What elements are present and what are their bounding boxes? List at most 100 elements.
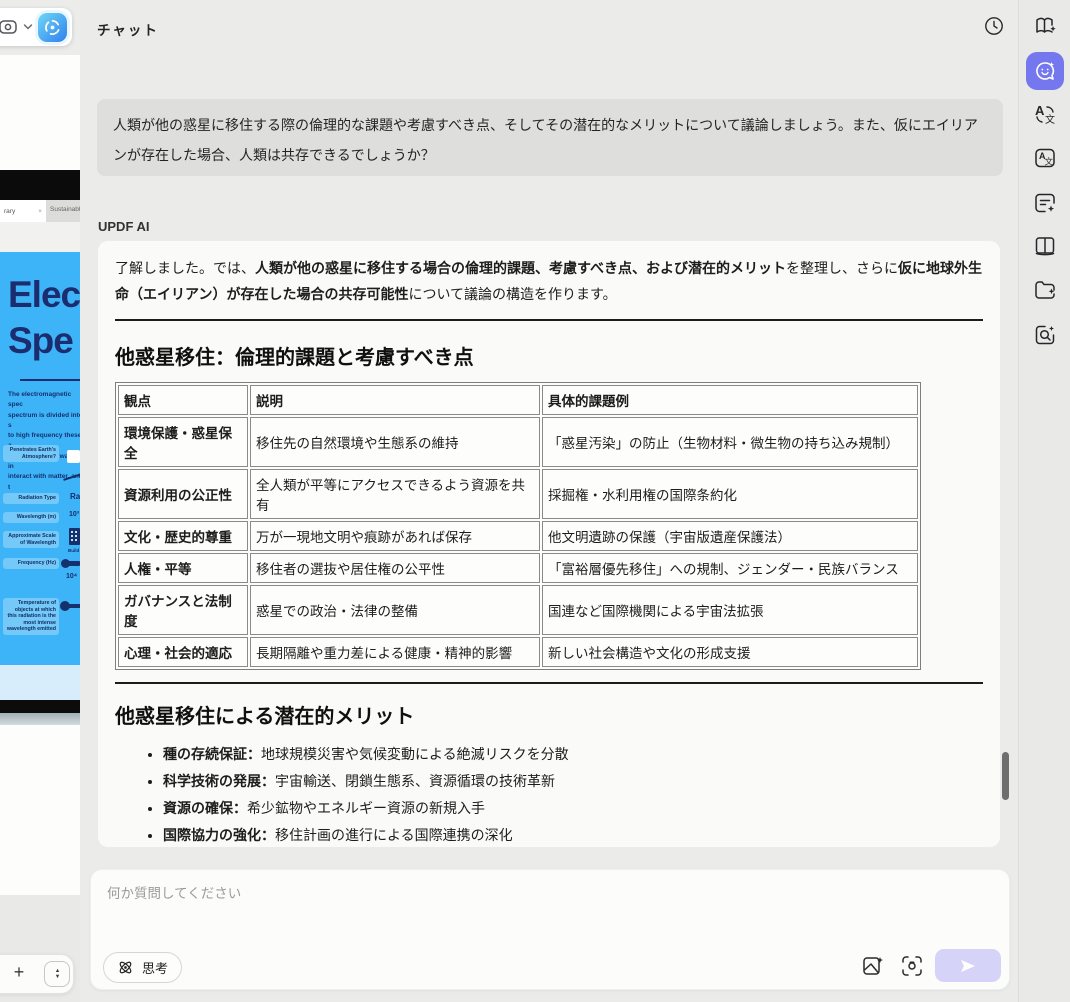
table-row: 資源利用の公正性 全人類が平等にアクセスできるよう資源を共有 採掘権・水利用権の国際… <box>118 469 918 519</box>
merit-item: 科学技術の発展：宇宙輸送、閉鎖生態系、資源循環の技術革新 <box>163 768 983 795</box>
table-cell: 他文明遺跡の保護（宇宙版遺産保護法） <box>542 521 918 551</box>
atom-think-icon <box>119 961 132 974</box>
stepper-down-icon[interactable]: ▼ <box>54 974 60 980</box>
table-row: 心理・社会的適応 長期隔離や重力差による健康・精神的影響 新しい社会構造や文化の形成… <box>118 637 918 667</box>
ai-tools-sidebar: A 文 A 文 <box>1018 0 1070 1002</box>
table-cell: 全人類が平等にアクセスできるよう資源を共有 <box>250 469 540 519</box>
section-heading-merits: 他惑星移住による潜在的メリット <box>115 706 415 728</box>
table-cell: 採掘権・水利用権の国際条約化 <box>542 469 918 519</box>
image-generate-icon[interactable] <box>861 954 885 978</box>
table-row: 文化・歴史的尊重 万が一現地文明や痕跡があれば保存 他文明遺跡の保護（宇宙版遺産保護… <box>118 521 918 551</box>
think-mode-button[interactable]: 思考 <box>103 952 183 983</box>
divider <box>115 682 983 684</box>
ai-search-icon[interactable] <box>1033 323 1057 347</box>
section-heading-ethics: 他惑星移住：倫理的課題と考慮すべき点 <box>115 347 474 369</box>
divider <box>20 379 80 381</box>
svg-text:文: 文 <box>1045 157 1054 167</box>
chat-scrollbar-thumb[interactable] <box>1002 752 1009 800</box>
table-cell: 移住先の自然環境や生態系の維持 <box>250 417 540 467</box>
atmosphere-answer-box <box>67 450 80 463</box>
infographic-label-pill: Frequency (Hz) <box>3 558 59 569</box>
chat-input-card[interactable]: 何か質問してください 思考 <box>90 869 1010 990</box>
pdf-content-photo-bottom <box>0 700 80 713</box>
ai-read-book-icon[interactable] <box>1033 14 1057 38</box>
scale-caption: Build <box>68 548 80 553</box>
merits-list: 種の存続保証：地球規模災害や気候変動による絶滅リスクを分散科学技術の発展：宇宙輸… <box>163 741 983 847</box>
send-button[interactable] <box>935 949 1001 982</box>
user-message-text: 人類が他の惑星に移住する際の倫理的な課題や考慮すべき点、そしてその潜在的なメリッ… <box>113 117 978 163</box>
updf-app-window: rary × Sustainable A ElecSpe The electro… <box>0 0 1070 1002</box>
pdf-document-preview[interactable]: rary × Sustainable A ElecSpe The electro… <box>0 0 80 1002</box>
svg-text:文: 文 <box>1045 113 1055 126</box>
chevron-down-icon[interactable] <box>23 23 33 31</box>
table-cell: 心理・社会的適応 <box>118 637 248 667</box>
user-message-bubble[interactable]: 人類が他の惑星に移住する際の倫理的な課題や考慮すべき点、そしてその潜在的なメリッ… <box>97 99 1003 176</box>
temperature-scale-dot <box>60 601 70 611</box>
ai-note-icon[interactable] <box>1033 191 1057 215</box>
wavelength-value: 10³ <box>69 511 80 518</box>
add-page-button[interactable]: + <box>9 962 29 983</box>
history-clock-icon[interactable] <box>983 15 1005 37</box>
table-row: ガバナンスと法制度 惑星での政治・法律の整備 国連など国際機関による宇宙法拡張 <box>118 585 918 635</box>
ai-intro-paragraph: 了解しました。では、人類が他の惑星に移住する場合の倫理的課題、考慮すべき点、およ… <box>115 255 983 307</box>
table-row: 環境保護・惑星保全 移住先の自然環境や生態系の維持 「惑星汚染」の防止（生物材料・微… <box>118 417 918 467</box>
table-header-row: 観点 説明 具体的課題例 <box>118 385 918 415</box>
tab-close-icon: × <box>38 207 42 215</box>
infographic-label-pill: Penetrates Earth's Atmosphere? <box>3 445 59 462</box>
side-by-side-icon[interactable] <box>1033 234 1057 258</box>
merit-item: 資源の確保：希少鉱物やエネルギー資源の新規入手 <box>163 795 983 822</box>
table-cell: 「富裕層優先移住」への規制、ジェンダー・民族バランス <box>542 553 918 583</box>
table-cell: 長期隔離や重力差による健康・精神的影響 <box>250 637 540 667</box>
table-cell: 国連など国際機関による宇宙法拡張 <box>542 585 918 635</box>
tab-label: rary <box>4 207 16 215</box>
table-cell: 移住者の選抜や居住権の公平性 <box>250 553 540 583</box>
ai-chat-active-tab[interactable] <box>1026 52 1064 90</box>
ai-folder-icon[interactable] <box>1033 278 1057 302</box>
table-cell: 新しい社会構造や文化の形成支援 <box>542 637 918 667</box>
table-cell: ガバナンスと法制度 <box>118 585 248 635</box>
intro-segment: 人類が他の惑星に移住する場合の倫理的課題、考慮すべき点、および潜在的メリット <box>255 260 787 276</box>
table-cell: 環境保護・惑星保全 <box>118 417 248 467</box>
table-cell: 「惑星汚染」の防止（生物材料・微生物の持ち込み規制） <box>542 417 918 467</box>
stepper-up-icon[interactable]: ▲ <box>54 968 60 974</box>
ai-chat-icon <box>1036 62 1055 80</box>
table-cell: 資源利用の公正性 <box>118 469 248 519</box>
screenshot-icon[interactable] <box>0 17 18 37</box>
pdf-content-photo-top <box>0 170 80 200</box>
ethics-table: 観点 説明 具体的課題例 環境保護・惑星保全 移住先の自然環境や生態系の維持 「惑星汚染… <box>115 382 921 670</box>
radiation-type-value: Ra <box>70 492 80 501</box>
em-spectrum-infographic: Elec Spe The electromagnetic spec spectru… <box>0 252 80 665</box>
browser-tab: rary × <box>0 200 46 222</box>
chat-panel-title: チャット <box>97 23 159 38</box>
table-cell: 万が一現地文明や痕跡があれば保存 <box>250 521 540 551</box>
translate-selection-icon[interactable]: A 文 <box>1033 102 1057 126</box>
pdf-content-gap <box>0 222 80 252</box>
infographic-label-pill: Wavelength (m) <box>3 512 59 523</box>
table-header-cell: 観点 <box>118 385 248 415</box>
send-icon <box>961 959 975 972</box>
table-header-cell: 具体的課題例 <box>542 385 918 415</box>
chat-input[interactable]: 何か質問してください <box>107 882 241 902</box>
frequency-value: 10⁴ <box>66 573 78 580</box>
translate-page-icon[interactable]: A 文 <box>1033 146 1057 170</box>
table-header-cell: 説明 <box>250 385 540 415</box>
think-mode-label: 思考 <box>142 961 169 976</box>
infographic-title: Elec Spe <box>8 274 80 361</box>
intro-segment: について議論の構造を作ります。 <box>408 286 617 302</box>
merit-item: 種の存続保証：地球規模災害や気候変動による絶滅リスクを分散 <box>163 741 983 768</box>
infographic-label-pill: Radiation Type <box>3 493 59 504</box>
tab-label: Sustainable A <box>50 206 80 213</box>
table-cell: 文化・歴史的尊重 <box>118 521 248 551</box>
merit-item: 国際協力の強化：移住計画の進行による国際連携の深化 <box>163 822 983 847</box>
ai-response-card[interactable]: 了解しました。では、人類が他の惑星に移住する場合の倫理的課題、考慮すべき点、およ… <box>98 241 1000 847</box>
frequency-scale-dot <box>61 559 70 568</box>
page-stepper[interactable]: ▲ ▼ <box>44 961 70 987</box>
building-scale-icon <box>69 528 80 545</box>
screen-capture-icon[interactable] <box>900 954 924 978</box>
updf-ai-logo[interactable] <box>38 12 67 42</box>
svg-text:A: A <box>1035 103 1045 118</box>
infographic-label-pill: Approximate Scale of Wavelength <box>3 531 59 548</box>
infographic-label-pill: Temperature of objects at which this rad… <box>3 598 59 635</box>
intro-segment: 了解しました。では、 <box>115 260 255 276</box>
ai-assistant-widget[interactable] <box>0 8 72 46</box>
